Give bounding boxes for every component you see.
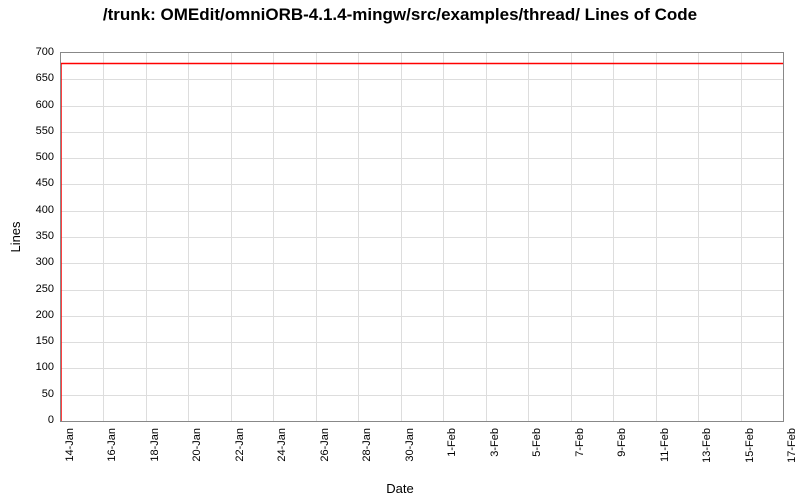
y-tick-label: 350 <box>36 230 54 242</box>
x-tick-label: 17-Feb <box>786 428 798 463</box>
y-tick-label: 450 <box>36 177 54 189</box>
y-tick-label: 0 <box>48 414 54 426</box>
y-tick-label: 200 <box>36 309 54 321</box>
x-tick-label: 7-Feb <box>574 428 586 457</box>
y-tick-label: 550 <box>36 125 54 137</box>
x-tick-label: 13-Feb <box>701 428 713 463</box>
x-tick-label: 24-Jan <box>276 428 288 462</box>
y-tick-label: 500 <box>36 151 54 163</box>
y-tick-label: 300 <box>36 256 54 268</box>
x-tick-label: 9-Feb <box>616 428 628 457</box>
x-tick-label: 1-Feb <box>446 428 458 457</box>
x-tick-label: 15-Feb <box>744 428 756 463</box>
y-tick-label: 600 <box>36 99 54 111</box>
x-tick-label: 26-Jan <box>319 428 331 462</box>
chart-title: /trunk: OMEdit/omniORB-4.1.4-mingw/src/e… <box>0 0 800 25</box>
y-tick-label: 150 <box>36 335 54 347</box>
y-tick-label: 100 <box>36 361 54 373</box>
x-tick-label: 28-Jan <box>361 428 373 462</box>
x-tick-label: 11-Feb <box>659 428 671 462</box>
x-tick-label: 20-Jan <box>191 428 203 462</box>
x-tick-label: 3-Feb <box>489 428 501 457</box>
y-tick-label: 250 <box>36 283 54 295</box>
x-axis-label: Date <box>0 481 800 496</box>
y-tick-label: 650 <box>36 72 54 84</box>
x-axis-ticks: 14-Jan 16-Jan 18-Jan 20-Jan 22-Jan 24-Jan 26-J… <box>60 422 784 482</box>
x-tick-label: 5-Feb <box>531 428 543 457</box>
y-tick-label: 700 <box>36 46 54 58</box>
loc-chart: /trunk: OMEdit/omniORB-4.1.4-mingw/src/e… <box>0 0 800 500</box>
x-tick-label: 22-Jan <box>234 428 246 462</box>
y-tick-label: 50 <box>42 388 54 400</box>
x-tick-label: 30-Jan <box>404 428 416 462</box>
y-axis-ticks: 0501001502002503003504004505005506006507… <box>0 52 58 422</box>
y-tick-label: 400 <box>36 204 54 216</box>
plot-area <box>60 52 784 422</box>
x-tick-label: 18-Jan <box>149 428 161 462</box>
x-tick-label: 14-Jan <box>64 428 76 462</box>
series-line <box>61 64 783 421</box>
x-tick-label: 16-Jan <box>106 428 118 462</box>
